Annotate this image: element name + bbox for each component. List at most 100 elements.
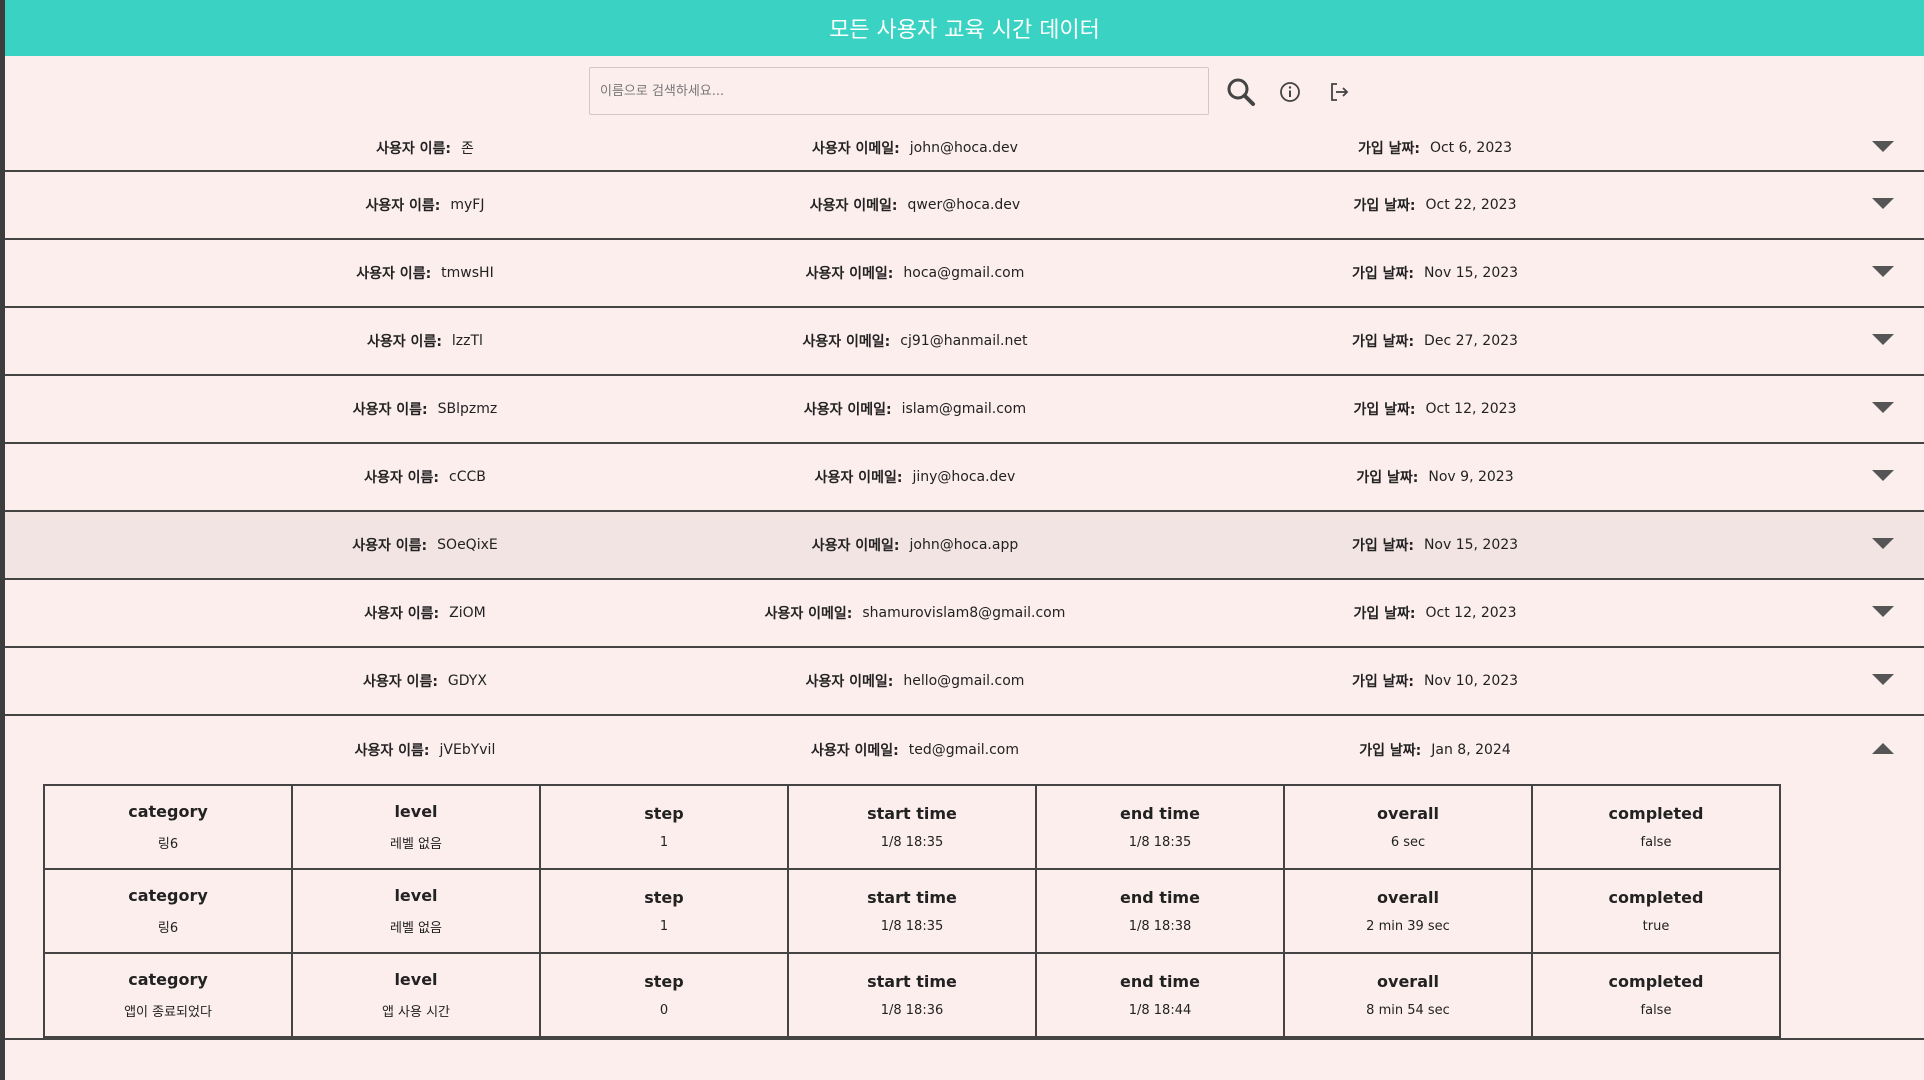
logout-icon (1331, 83, 1349, 101)
column-header: completed (1608, 972, 1704, 991)
column-header: start time (867, 888, 957, 907)
user-name-field: 사용자 이름: jVEbYvil (285, 716, 565, 784)
user-joined-value: Nov 9, 2023 (1428, 469, 1514, 485)
user-joined-field: 가입 날짜: Oct 12, 2023 (1255, 580, 1615, 646)
cell-value: 8 min 54 sec (1366, 1003, 1450, 1018)
user-joined-field: 가입 날짜: Nov 10, 2023 (1255, 648, 1615, 714)
user-row[interactable]: 사용자 이름: SBlpzmz 사용자 이메일: islam@gmail.com 가입 … (5, 376, 1924, 444)
column-header: end time (1120, 888, 1200, 907)
cell-value: 링6 (157, 921, 179, 936)
column-header: completed (1608, 888, 1704, 907)
user-email-field: 사용자 이메일: cj91@hanmail.net (705, 308, 1125, 374)
chevron-down-icon[interactable] (1872, 266, 1894, 277)
column-header: end time (1120, 972, 1200, 991)
user-email-field: 사용자 이메일: jiny@hoca.dev (705, 444, 1125, 510)
column-header: category (128, 970, 208, 989)
chevron-down-icon[interactable] (1872, 198, 1894, 209)
cell-value: 0 (659, 1003, 669, 1018)
user-name-field: 사용자 이름: SBlpzmz (285, 376, 565, 442)
user-name-value: SBlpzmz (437, 401, 498, 417)
cell-value: 앱이 종료되었다 (124, 1005, 212, 1020)
user-joined-value: Oct 12, 2023 (1425, 605, 1517, 621)
user-row[interactable]: 사용자 이름: myFJ 사용자 이메일: qwer@hoca.dev 가입 날짜: Oc… (5, 172, 1924, 240)
column-header: overall (1377, 888, 1439, 907)
user-name-value: cCCB (449, 469, 486, 485)
logout-button[interactable] (1321, 77, 1357, 107)
user-row-header[interactable]: 사용자 이름: jVEbYvil 사용자 이메일: ted@gmail.com … (5, 716, 1924, 784)
user-email-field: 사용자 이메일: islam@gmail.com (705, 376, 1125, 442)
search-input[interactable] (589, 67, 1209, 115)
chevron-down-icon[interactable] (1872, 470, 1894, 481)
column-header: step (644, 804, 684, 823)
table-cell: level 레벨 없음 (291, 868, 541, 954)
user-email-value: john@hoca.app (909, 537, 1019, 553)
user-email-field: 사용자 이메일: hoca@gmail.com (705, 240, 1125, 306)
user-name-value: 존 (460, 140, 474, 157)
user-email-label: 사용자 이메일: (803, 402, 892, 418)
user-row[interactable]: 사용자 이름: cCCB 사용자 이메일: jiny@hoca.dev 가입 날짜: No… (5, 444, 1924, 512)
user-joined-value: Nov 10, 2023 (1423, 673, 1519, 689)
table-row: category 링6 level 레벨 없음 step 1 start time 1/8 1… (43, 868, 1781, 954)
user-email-value: ted@gmail.com (908, 742, 1019, 758)
user-joined-field: 가입 날짜: Oct 12, 2023 (1255, 376, 1615, 442)
user-name-value: tmwsHI (441, 265, 494, 281)
user-joined-field: 가입 날짜: Nov 15, 2023 (1255, 240, 1615, 306)
user-email-label: 사용자 이메일: (811, 538, 900, 554)
chevron-down-icon[interactable] (1872, 606, 1894, 617)
user-email-value: john@hoca.dev (909, 139, 1018, 156)
search-icon (1227, 78, 1255, 106)
info-icon (1280, 82, 1300, 102)
app-window: 모든 사용자 교육 시간 데이터 사용자 이름:존사용자 이메일: (5, 0, 1924, 1080)
cell-value: 1/8 18:38 (1128, 919, 1192, 934)
table-cell: category 앱이 종료되었다 (43, 952, 293, 1038)
user-row[interactable]: 사용자 이름: GDYX 사용자 이메일: hello@gmail.com 가입 날짜:… (5, 648, 1924, 716)
user-email-value: hoca@gmail.com (903, 265, 1025, 281)
user-email-label: 사용자 이메일: (764, 606, 853, 622)
chevron-down-icon[interactable] (1872, 402, 1894, 413)
user-row[interactable]: 사용자 이름: lzzTl 사용자 이메일: cj91@hanmail.net 가입 날… (5, 308, 1924, 376)
user-name-field: 사용자 이름: 존 (285, 125, 565, 170)
chevron-down-icon[interactable] (1872, 334, 1894, 345)
table-cell: end time 1/8 18:44 (1035, 952, 1285, 1038)
chevron-down-icon[interactable] (1872, 674, 1894, 685)
cell-value: 레벨 없음 (390, 921, 442, 936)
info-button[interactable] (1272, 77, 1308, 107)
user-email-value: islam@gmail.com (901, 401, 1027, 417)
search-button[interactable] (1223, 77, 1259, 107)
user-joined-field: 가입 날짜: Jan 8, 2024 (1255, 716, 1615, 784)
user-email-label: 사용자 이메일: (811, 743, 899, 759)
user-email-value: qwer@hoca.dev (907, 197, 1021, 213)
user-joined-label: 가입 날짜: (1353, 402, 1416, 418)
user-name-value: ZiOM (449, 605, 486, 621)
column-header: level (394, 970, 438, 989)
user-row[interactable]: 사용자 이름: SOeQixE 사용자 이메일: john@hoca.app 가입 날짜… (5, 512, 1924, 580)
chevron-down-icon[interactable] (1872, 538, 1894, 549)
user-joined-label: 가입 날짜: (1351, 266, 1414, 282)
column-header: category (128, 886, 208, 905)
user-name-field: 사용자 이름: cCCB (285, 444, 565, 510)
chevron-up-icon[interactable] (1872, 743, 1894, 754)
user-joined-label: 가입 날짜: (1353, 198, 1416, 214)
page-title: 모든 사용자 교육 시간 데이터 (829, 18, 1100, 43)
user-row[interactable]: 사용자 이름: 존 사용자 이메일: john@hoca.dev 가입 날짜: Oct 6… (5, 125, 1924, 172)
user-joined-value: Oct 12, 2023 (1425, 401, 1517, 417)
user-joined-label: 가입 날짜: (1356, 470, 1419, 486)
user-joined-value: Jan 8, 2024 (1431, 742, 1511, 758)
table-cell: step 1 (539, 784, 789, 870)
cell-value: 6 sec (1390, 835, 1426, 850)
table-cell: completed true (1531, 868, 1781, 954)
chevron-down-icon[interactable] (1872, 140, 1894, 152)
table-cell: end time 1/8 18:35 (1035, 784, 1285, 870)
user-email-field: 사용자 이메일: john@hoca.app (705, 512, 1125, 578)
user-joined-value: Oct 22, 2023 (1425, 197, 1517, 213)
user-name-value: lzzTl (451, 333, 483, 349)
cell-value: false (1640, 835, 1672, 850)
user-row[interactable]: 사용자 이름: ZiOM 사용자 이메일: shamurovislam8@gmail.… (5, 580, 1924, 648)
user-email-label: 사용자 이메일: (805, 674, 894, 690)
user-name-field: 사용자 이름: ZiOM (285, 580, 565, 646)
user-joined-field: 가입 날짜: Dec 27, 2023 (1255, 308, 1615, 374)
user-name-label: 사용자 이름: (363, 674, 438, 690)
table-cell: step 0 (539, 952, 789, 1038)
cell-value: 앱 사용 시간 (381, 1005, 451, 1020)
user-row[interactable]: 사용자 이름: tmwsHI 사용자 이메일: hoca@gmail.com 가입 날짜… (5, 240, 1924, 308)
